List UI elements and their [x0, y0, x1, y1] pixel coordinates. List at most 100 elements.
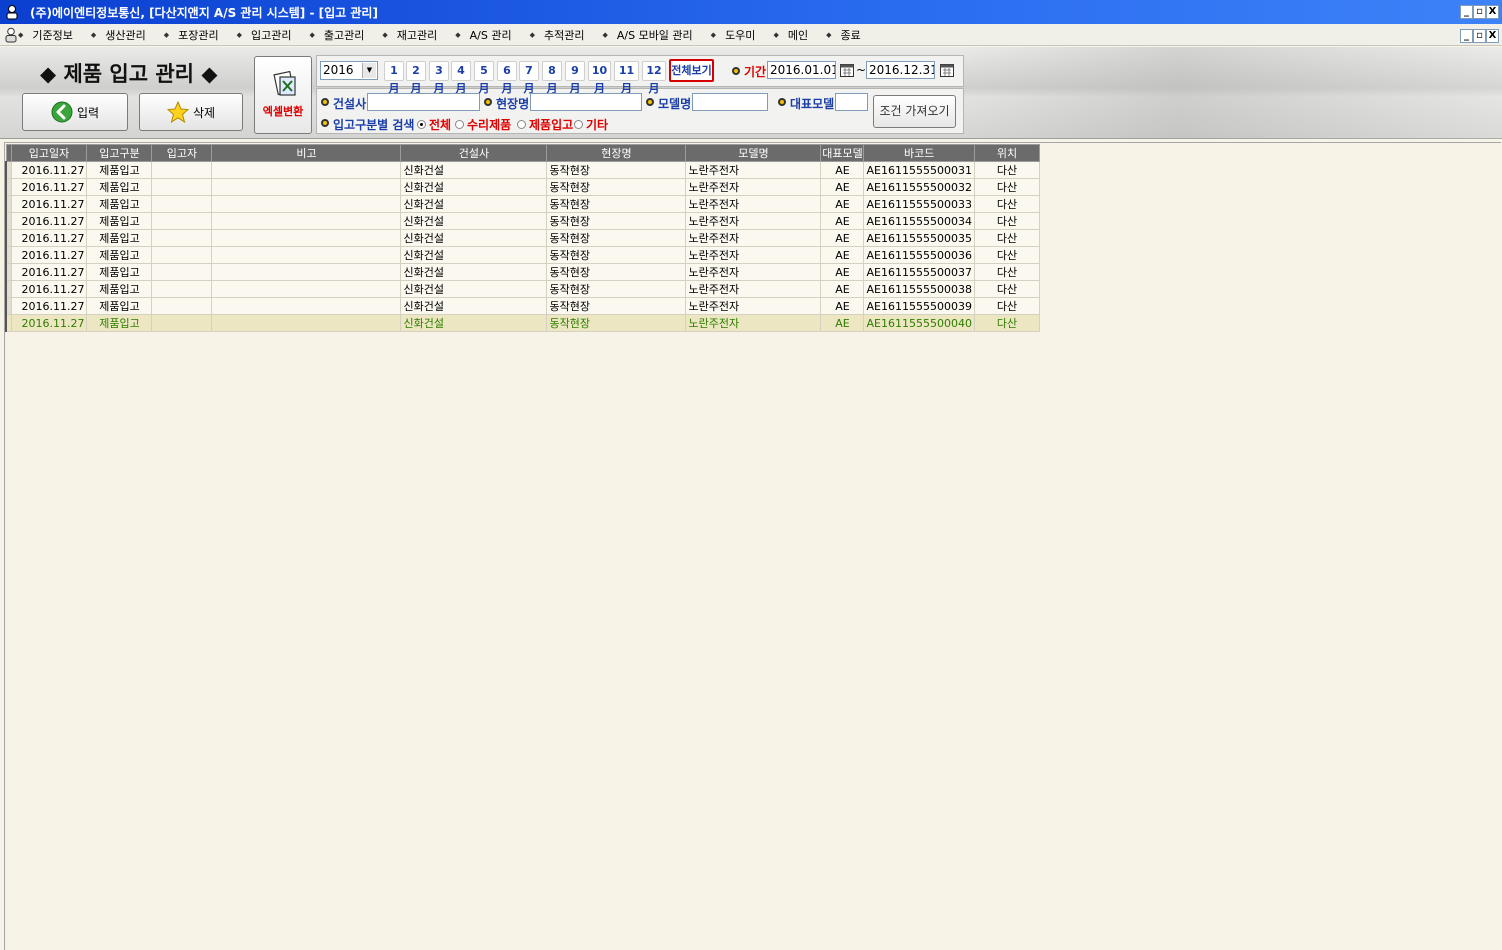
menu-item-1[interactable]: ◆ 생산관리: [91, 27, 146, 43]
month-button-8[interactable]: 8月: [542, 61, 562, 95]
month-button-1[interactable]: 1月: [384, 61, 404, 95]
table-cell[interactable]: AE1611555500036: [863, 246, 975, 264]
month-button-5[interactable]: 5月: [474, 61, 494, 95]
table-row[interactable]: 2016.11.27 제품입고 신화건설 동작현장 노란주전자 AE AE161155550…: [5, 280, 1040, 298]
table-row[interactable]: 2016.11.27 제품입고 신화건설 동작현장 노란주전자 AE AE161155550…: [5, 229, 1040, 247]
menu-item-10[interactable]: ◆ 메인: [773, 27, 808, 43]
menu-item-5[interactable]: ◆ 재고관리: [382, 27, 437, 43]
table-cell[interactable]: 동작현장: [546, 212, 687, 230]
table-cell[interactable]: [151, 178, 213, 196]
close-button[interactable]: X: [1486, 5, 1499, 19]
table-cell[interactable]: 다산: [973, 297, 1040, 315]
table-cell[interactable]: [211, 297, 402, 315]
menu-item-7[interactable]: ◆ 추적관리: [530, 27, 585, 43]
table-cell[interactable]: 2016.11.27: [10, 280, 88, 298]
table-cell[interactable]: 신화건설: [400, 280, 548, 298]
table-cell[interactable]: 제품입고: [86, 280, 153, 298]
table-cell[interactable]: 제품입고: [86, 178, 153, 196]
mdi-close-button[interactable]: X: [1486, 29, 1499, 43]
table-row[interactable]: 2016.11.27 제품입고 신화건설 동작현장 노란주전자 AE AE161155550…: [5, 314, 1040, 332]
table-cell[interactable]: [151, 246, 213, 264]
table-cell[interactable]: AE1611555500038: [863, 280, 975, 298]
table-cell[interactable]: AE1611555500040: [863, 314, 975, 332]
table-cell[interactable]: [151, 297, 213, 315]
table-cell[interactable]: 2016.11.27: [10, 178, 88, 196]
table-cell[interactable]: 신화건설: [400, 161, 548, 179]
table-cell[interactable]: [211, 161, 402, 179]
table-cell[interactable]: 신화건설: [400, 195, 548, 213]
table-cell[interactable]: AE: [820, 297, 865, 315]
table-cell[interactable]: 제품입고: [86, 297, 153, 315]
month-button-9[interactable]: 9月: [565, 61, 585, 95]
table-cell[interactable]: 신화건설: [400, 212, 548, 230]
table-cell[interactable]: AE: [820, 314, 865, 332]
table-cell[interactable]: AE: [820, 280, 865, 298]
table-cell[interactable]: 동작현장: [546, 229, 687, 247]
site-input[interactable]: [530, 93, 642, 111]
table-cell[interactable]: AE1611555500037: [863, 263, 975, 281]
radio-other[interactable]: [574, 120, 583, 129]
column-header[interactable]: 건설사: [400, 144, 548, 162]
column-header[interactable]: 위치: [973, 144, 1040, 162]
delete-button[interactable]: 삭제: [139, 93, 243, 131]
menu-item-9[interactable]: ◆ 도우미: [711, 27, 756, 43]
date-from-field[interactable]: 2016.01.01: [767, 61, 836, 79]
table-cell[interactable]: 노란주전자: [685, 297, 822, 315]
calendar-icon[interactable]: [940, 63, 954, 77]
show-all-button[interactable]: 전체보기: [669, 59, 714, 82]
month-button-2[interactable]: 2月: [406, 61, 426, 95]
table-cell[interactable]: [151, 212, 213, 230]
column-header[interactable]: 모델명: [685, 144, 822, 162]
table-cell[interactable]: 신화건설: [400, 178, 548, 196]
column-header[interactable]: 바코드: [863, 144, 975, 162]
table-cell[interactable]: 다산: [973, 229, 1040, 247]
table-cell[interactable]: 동작현장: [546, 161, 687, 179]
table-cell[interactable]: 제품입고: [86, 263, 153, 281]
table-cell[interactable]: 2016.11.27: [10, 212, 88, 230]
table-cell[interactable]: 동작현장: [546, 195, 687, 213]
column-header[interactable]: 대표모델: [820, 144, 865, 162]
table-cell[interactable]: AE1611555500031: [863, 161, 975, 179]
table-cell[interactable]: [211, 212, 402, 230]
calendar-icon[interactable]: [840, 63, 854, 77]
table-cell[interactable]: [211, 280, 402, 298]
table-cell[interactable]: 노란주전자: [685, 178, 822, 196]
table-cell[interactable]: 노란주전자: [685, 195, 822, 213]
date-to-field[interactable]: 2016.12.31: [866, 61, 935, 79]
column-header[interactable]: 현장명: [546, 144, 687, 162]
table-cell[interactable]: 제품입고: [86, 314, 153, 332]
year-select[interactable]: 2016 ▼: [320, 61, 378, 80]
menu-item-11[interactable]: ◆ 종료: [826, 27, 861, 43]
table-cell[interactable]: 다산: [973, 212, 1040, 230]
table-cell[interactable]: AE: [820, 212, 865, 230]
table-cell[interactable]: AE: [820, 161, 865, 179]
menu-item-8[interactable]: ◆ A/S 모바일 관리: [602, 27, 692, 43]
table-cell[interactable]: 2016.11.27: [10, 263, 88, 281]
table-cell[interactable]: 2016.11.27: [10, 161, 88, 179]
month-button-12[interactable]: 12月: [642, 61, 666, 95]
table-cell[interactable]: 노란주전자: [685, 263, 822, 281]
table-cell[interactable]: 신화건설: [400, 263, 548, 281]
table-row[interactable]: 2016.11.27 제품입고 신화건설 동작현장 노란주전자 AE AE161155550…: [5, 246, 1040, 264]
table-cell[interactable]: [151, 195, 213, 213]
menu-item-4[interactable]: ◆ 출고관리: [310, 27, 365, 43]
table-cell[interactable]: 다산: [973, 161, 1040, 179]
input-button[interactable]: 입력: [22, 93, 128, 131]
table-cell[interactable]: 신화건설: [400, 314, 548, 332]
table-row[interactable]: 2016.11.27 제품입고 신화건설 동작현장 노란주전자 AE AE161155550…: [5, 195, 1040, 213]
column-header[interactable]: 입고일자: [10, 144, 88, 162]
table-cell[interactable]: [211, 263, 402, 281]
month-button-11[interactable]: 11月: [614, 61, 639, 95]
table-row[interactable]: 2016.11.27 제품입고 신화건설 동작현장 노란주전자 AE AE161155550…: [5, 161, 1040, 179]
table-cell[interactable]: [151, 280, 213, 298]
table-cell[interactable]: 동작현장: [546, 297, 687, 315]
table-cell[interactable]: 신화건설: [400, 229, 548, 247]
table-cell[interactable]: 동작현장: [546, 263, 687, 281]
table-cell[interactable]: 신화건설: [400, 246, 548, 264]
month-button-3[interactable]: 3月: [429, 61, 449, 95]
menu-item-6[interactable]: ◆ A/S 관리: [455, 27, 511, 43]
rep-model-input[interactable]: [835, 93, 868, 111]
table-cell[interactable]: AE1611555500034: [863, 212, 975, 230]
mdi-restore-button[interactable]: ▫: [1473, 29, 1486, 43]
table-row[interactable]: 2016.11.27 제품입고 신화건설 동작현장 노란주전자 AE AE161155550…: [5, 178, 1040, 196]
